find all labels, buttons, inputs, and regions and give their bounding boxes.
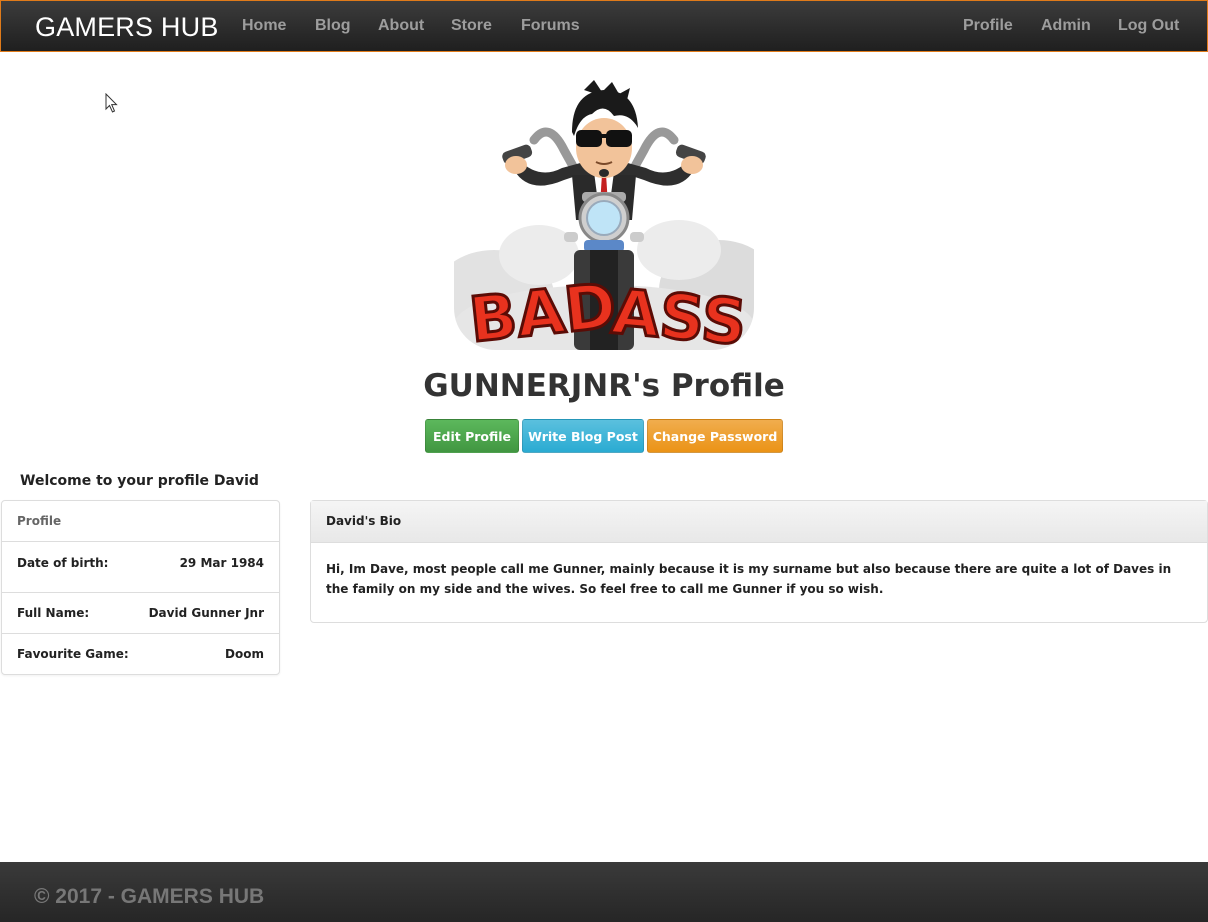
profile-row-dob: Date of birth: 29 Mar 1984 <box>2 542 279 593</box>
dob-value: 29 Mar 1984 <box>179 556 264 570</box>
biker-avatar-icon: BAD ASS <box>454 80 754 350</box>
write-blog-post-button[interactable]: Write Blog Post <box>522 419 644 453</box>
mouse-cursor-icon <box>105 93 118 113</box>
nav-link-blog[interactable]: Blog <box>315 17 351 35</box>
change-password-button[interactable]: Change Password <box>647 419 783 453</box>
nav-link-forums[interactable]: Forums <box>521 17 580 35</box>
nav-link-home[interactable]: Home <box>242 17 286 35</box>
profile-row-favourite-game: Favourite Game: Doom <box>2 634 279 674</box>
top-navbar: GAMERS HUB Home Blog About Store Forums … <box>0 0 1208 52</box>
bio-heading: David's Bio <box>311 501 1207 543</box>
bio-card: David's Bio Hi, Im Dave, most people cal… <box>310 500 1208 623</box>
bio-text: Hi, Im Dave, most people call me Gunner,… <box>326 562 1172 596</box>
dob-label: Date of birth: <box>17 556 109 570</box>
full-name-value: David Gunner Jnr <box>148 606 264 620</box>
footer: © 2017 - GAMERS HUB <box>0 862 1208 922</box>
profile-details-card: Profile Date of birth: 29 Mar 1984 Full … <box>1 500 280 675</box>
nav-link-store[interactable]: Store <box>451 17 492 35</box>
profile-avatar: BAD ASS <box>454 80 754 350</box>
footer-copyright: © 2017 - GAMERS HUB <box>34 885 265 908</box>
nav-link-about[interactable]: About <box>378 17 424 35</box>
svg-text:ASS: ASS <box>609 275 749 350</box>
nav-link-logout[interactable]: Log Out <box>1118 17 1179 35</box>
favourite-game-value: Doom <box>225 647 264 661</box>
svg-text:BAD: BAD <box>466 269 620 350</box>
brand-logo-link[interactable]: GAMERS HUB <box>35 12 219 43</box>
full-name-label: Full Name: <box>17 606 90 620</box>
edit-profile-button[interactable]: Edit Profile <box>425 419 519 453</box>
nav-link-profile[interactable]: Profile <box>963 17 1013 35</box>
welcome-message: Welcome to your profile David <box>20 473 259 489</box>
nav-link-admin[interactable]: Admin <box>1041 17 1091 35</box>
profile-row-full-name: Full Name: David Gunner Jnr <box>2 593 279 634</box>
profile-card-heading: Profile <box>2 501 279 542</box>
favourite-game-label: Favourite Game: <box>17 647 129 661</box>
page-title: GUNNERJNR's Profile <box>423 368 785 404</box>
